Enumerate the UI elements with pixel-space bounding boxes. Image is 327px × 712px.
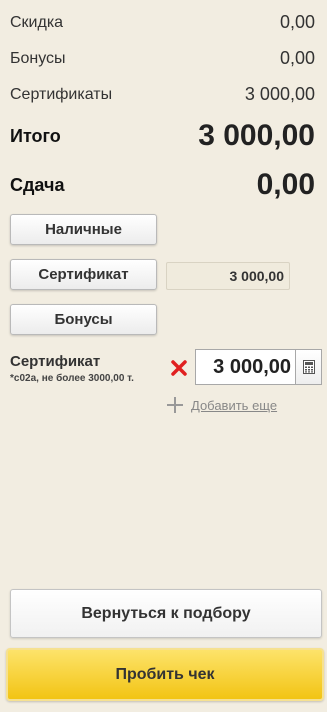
total-row: Итого 3 000,00 [10, 119, 315, 153]
back-to-selection-button[interactable]: Вернуться к подбору [10, 589, 322, 638]
plus-icon [167, 397, 183, 413]
remove-certificate-icon[interactable] [170, 358, 188, 378]
certificates-label: Сертификаты [10, 85, 113, 103]
add-more-label: Добавить еще [191, 397, 278, 413]
change-label: Сдача [10, 174, 65, 195]
discount-value: 0,00 [279, 12, 315, 32]
print-receipt-button[interactable]: Пробить чек [6, 648, 324, 701]
total-value: 3 000,00 [198, 119, 315, 152]
calculator-button[interactable] [295, 349, 322, 385]
discount-row: Скидка 0,00 [10, 12, 315, 33]
change-value: 0,00 [256, 168, 315, 201]
certificate-amount-display: 3 000,00 [166, 262, 290, 290]
certificates-value: 3 000,00 [244, 84, 315, 104]
calculator-icon [302, 360, 315, 374]
bonuses-value: 0,00 [279, 48, 315, 68]
certificates-row: Сертификаты 3 000,00 [10, 84, 315, 105]
bonuses-button[interactable]: Бонусы [10, 304, 157, 335]
bonuses-row: Бонусы 0,00 [10, 48, 315, 69]
certificate-button[interactable]: Сертификат [10, 259, 157, 290]
change-row: Сдача 0,00 [10, 168, 315, 202]
bonuses-label: Бонусы [10, 49, 66, 67]
discount-label: Скидка [10, 13, 64, 31]
certificate-amount-input[interactable] [195, 349, 295, 385]
add-more-link[interactable]: Добавить еще [166, 396, 277, 414]
cash-button[interactable]: Наличные [10, 214, 157, 245]
certificate-entry-title: Сертификат [10, 353, 101, 370]
total-label: Итого [10, 125, 61, 146]
certificate-entry-subtitle: *c02a, не более 3000,00 т. [10, 373, 134, 384]
